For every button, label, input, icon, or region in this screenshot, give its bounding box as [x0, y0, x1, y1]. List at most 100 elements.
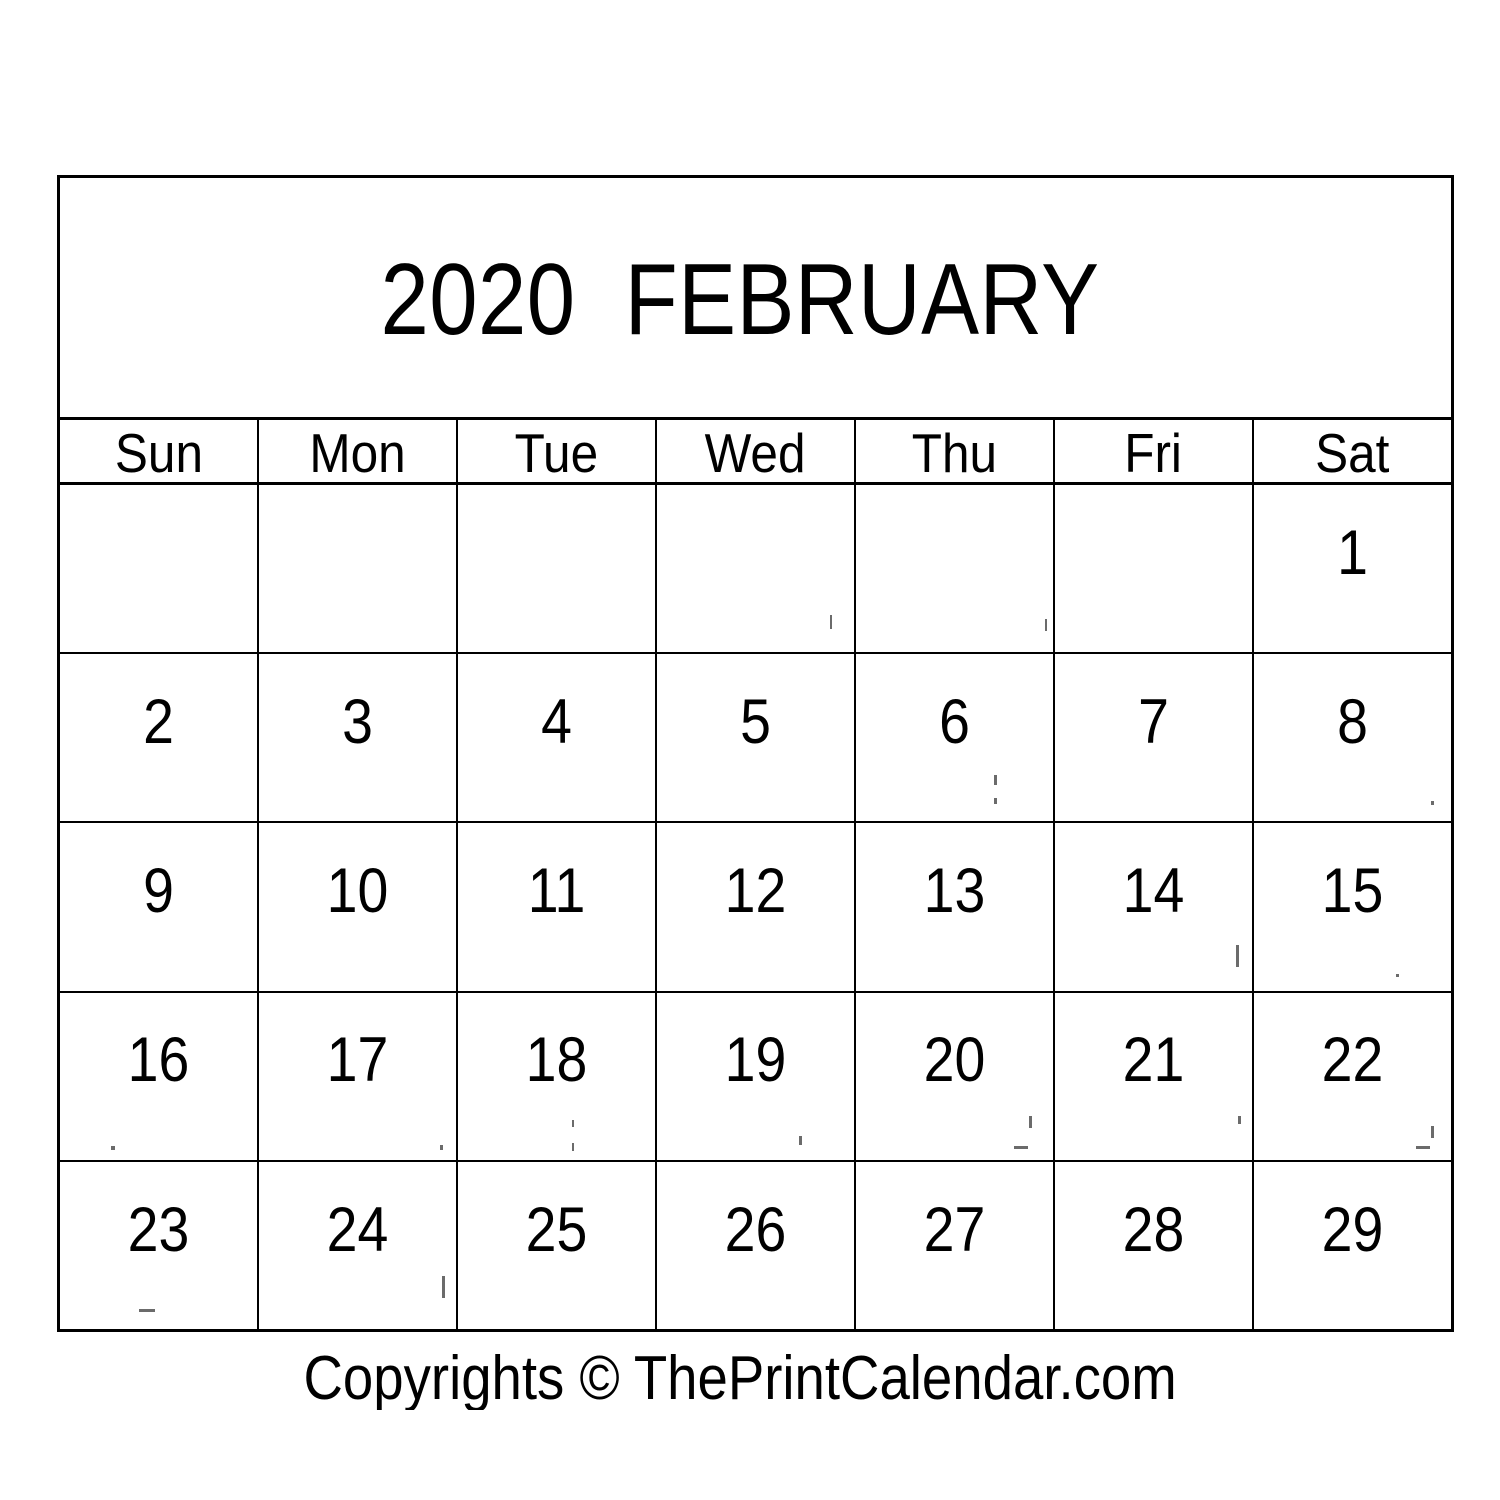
scan-artifact	[1029, 1116, 1033, 1129]
day-cell[interactable]: 23	[60, 1161, 259, 1330]
weekday-label: Thu	[911, 421, 998, 482]
weekday-header-wed: Wed	[657, 420, 856, 482]
weekday-label: Wed	[705, 421, 806, 482]
day-number: 25	[525, 1194, 588, 1265]
day-cell[interactable]: 27	[856, 1161, 1055, 1330]
day-cell[interactable]: 22	[1254, 993, 1451, 1160]
day-cell[interactable]: 3	[259, 654, 458, 822]
week-row: 1	[60, 485, 1451, 655]
day-cell[interactable]: 25	[458, 1161, 657, 1330]
day-cell[interactable]: 14	[1055, 823, 1254, 991]
day-cell[interactable]: 26	[657, 1161, 856, 1330]
day-number: 20	[923, 1025, 986, 1096]
scan-artifact	[1395, 973, 1399, 977]
scan-artifact	[798, 1136, 802, 1146]
day-number: 17	[326, 1025, 389, 1096]
day-number: 15	[1321, 856, 1384, 927]
day-cell[interactable]	[60, 485, 259, 653]
day-cell[interactable]: 21	[1055, 992, 1254, 1160]
day-number: 24	[326, 1194, 389, 1265]
day-number: 4	[541, 686, 572, 757]
day-cell[interactable]: 12	[657, 823, 856, 991]
weekday-label: Fri	[1124, 421, 1183, 482]
day-number: 14	[1122, 856, 1185, 927]
day-cell[interactable]: 24	[259, 1161, 458, 1330]
day-cell[interactable]: 9	[60, 823, 259, 991]
day-cell[interactable]: 16	[60, 992, 259, 1160]
day-cell[interactable]: 7	[1055, 654, 1254, 822]
calendar-title-band: 2020 FEBRUARY	[60, 178, 1451, 420]
day-cell[interactable]	[856, 485, 1055, 653]
day-number: 9	[143, 856, 174, 927]
scan-artifact	[111, 1146, 116, 1151]
day-number: 2	[143, 686, 174, 757]
day-number: 1	[1337, 517, 1368, 588]
day-cell[interactable]: 2	[60, 654, 259, 822]
day-number: 5	[740, 686, 771, 757]
day-number: 23	[127, 1194, 190, 1265]
footer: Copyrights © ThePrintCalendar.com	[0, 1348, 1500, 1410]
day-cell[interactable]: 6	[856, 654, 1055, 822]
day-cell[interactable]: 4	[458, 654, 657, 822]
day-cell[interactable]: 10	[259, 823, 458, 991]
day-cell[interactable]: 29	[1254, 1162, 1451, 1329]
weekday-header-tue: Tue	[458, 420, 657, 482]
scan-artifact	[993, 774, 997, 785]
scan-artifact	[1431, 801, 1435, 806]
day-cell[interactable]: 20	[856, 992, 1055, 1160]
day-number: 6	[939, 686, 970, 757]
day-number: 19	[724, 1025, 787, 1096]
day-number: 21	[1122, 1025, 1185, 1096]
weekday-label: Sun	[114, 421, 203, 482]
weekday-header-mon: Mon	[259, 420, 458, 482]
day-cell[interactable]: 18	[458, 992, 657, 1160]
day-number: 7	[1138, 686, 1169, 757]
day-cell[interactable]: 15	[1254, 823, 1451, 990]
day-cell[interactable]	[657, 485, 856, 653]
day-cell[interactable]: 11	[458, 823, 657, 991]
day-grid: 1 2 3 4 5 6 7 8 9 10 11 12 13 14 15 16 1…	[60, 485, 1451, 1330]
day-number: 16	[127, 1025, 190, 1096]
week-row: 2 3 4 5 6 7 8	[60, 654, 1451, 824]
day-number: 22	[1321, 1025, 1384, 1096]
day-cell[interactable]: 8	[1254, 654, 1451, 821]
day-cell[interactable]: 1	[1254, 485, 1451, 652]
day-cell[interactable]: 19	[657, 992, 856, 1160]
day-number: 13	[923, 856, 986, 927]
week-row: 16 17 18 19 20 21 22	[60, 992, 1451, 1162]
scan-artifact	[1238, 1116, 1242, 1125]
day-cell[interactable]: 5	[657, 654, 856, 822]
weekday-header-thu: Thu	[856, 420, 1055, 482]
scan-artifact	[1236, 945, 1240, 968]
week-row: 9 10 11 12 13 14 15	[60, 823, 1451, 993]
scan-artifact	[1415, 1146, 1430, 1150]
copyright-text: Copyrights © ThePrintCalendar.com	[303, 1348, 1177, 1410]
page-title: 2020 FEBRUARY	[380, 244, 1099, 356]
scan-artifact	[993, 797, 997, 804]
week-row: 23 24 25 26 27 28 29	[60, 1161, 1451, 1330]
day-cell[interactable]	[1055, 485, 1254, 653]
scan-artifact	[442, 1275, 446, 1298]
scan-artifact	[572, 1119, 575, 1127]
day-number: 10	[326, 856, 389, 927]
scan-artifact	[440, 1144, 444, 1150]
calendar-page: 2020 FEBRUARY Sun Mon Tue Wed Thu Fri Sa…	[0, 0, 1500, 1500]
day-cell[interactable]: 28	[1055, 1161, 1254, 1330]
scan-artifact	[830, 615, 833, 630]
weekday-label: Tue	[514, 421, 599, 482]
day-number: 8	[1337, 686, 1368, 757]
weekday-header-sun: Sun	[60, 420, 259, 482]
day-cell[interactable]: 17	[259, 992, 458, 1160]
scan-artifact	[138, 1308, 155, 1312]
scan-artifact	[572, 1143, 575, 1152]
weekday-header-row: Sun Mon Tue Wed Thu Fri Sat	[60, 420, 1451, 485]
day-number: 12	[724, 856, 787, 927]
day-cell[interactable]	[259, 485, 458, 653]
day-number: 3	[342, 686, 373, 757]
weekday-header-fri: Fri	[1055, 420, 1254, 482]
day-number: 28	[1122, 1194, 1185, 1265]
day-number: 18	[525, 1025, 588, 1096]
day-number: 27	[923, 1194, 986, 1265]
day-cell[interactable]: 13	[856, 823, 1055, 991]
day-cell[interactable]	[458, 485, 657, 653]
